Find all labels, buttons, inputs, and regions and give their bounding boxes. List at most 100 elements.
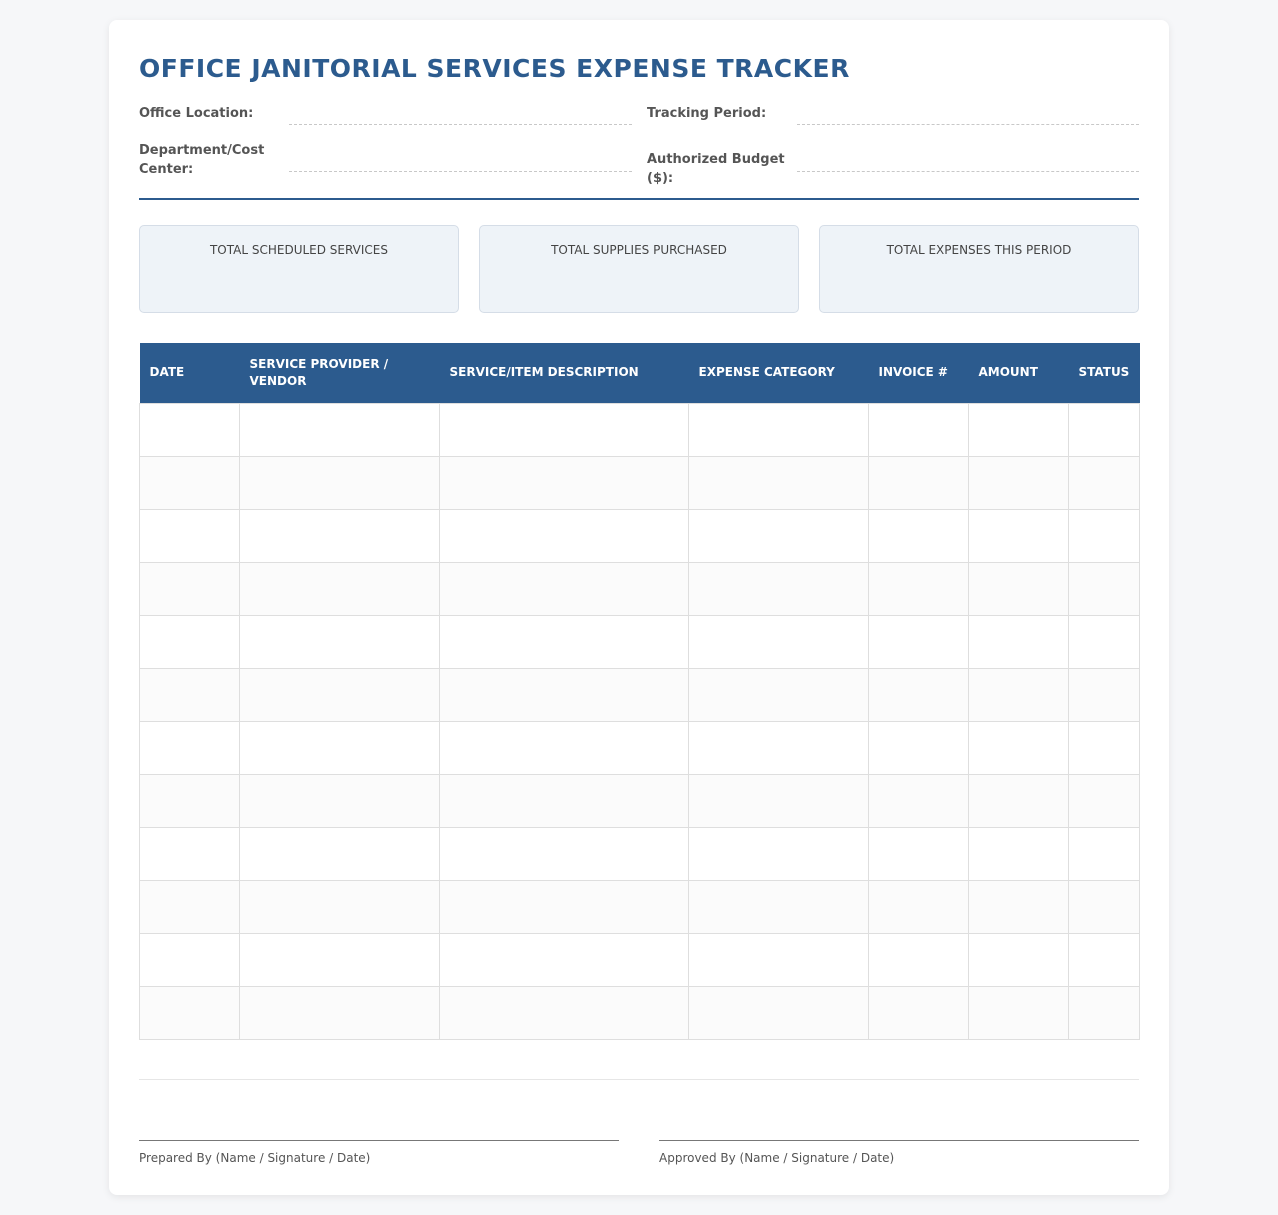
table-cell[interactable] — [439, 826, 689, 881]
table-cell[interactable] — [968, 773, 1069, 828]
table-cell[interactable] — [239, 720, 440, 775]
table-cell[interactable] — [868, 667, 969, 722]
tracking-period-field[interactable] — [797, 124, 1139, 125]
table-cell[interactable] — [239, 455, 440, 510]
summary-card-supplies-purchased: TOTAL SUPPLIES PURCHASED — [479, 225, 799, 313]
table-cell[interactable] — [868, 455, 969, 510]
table-cell[interactable] — [439, 932, 689, 987]
table-cell[interactable] — [239, 667, 440, 722]
table-cell[interactable] — [968, 402, 1069, 457]
table-cell[interactable] — [139, 720, 240, 775]
table-cell[interactable] — [968, 561, 1069, 616]
column-header-status: STATUS — [1068, 343, 1140, 403]
table-cell[interactable] — [968, 720, 1069, 775]
table-cell[interactable] — [1068, 614, 1140, 669]
table-cell[interactable] — [439, 508, 689, 563]
table-cell[interactable] — [868, 508, 969, 563]
table-cell[interactable] — [139, 455, 240, 510]
table-cell[interactable] — [139, 985, 240, 1040]
approved-by-signature-line[interactable] — [659, 1140, 1139, 1141]
table-cell[interactable] — [868, 985, 969, 1040]
table-cell[interactable] — [1068, 455, 1140, 510]
table-cell[interactable] — [239, 773, 440, 828]
table-cell[interactable] — [139, 879, 240, 934]
table-cell[interactable] — [868, 773, 969, 828]
table-cell[interactable] — [868, 561, 969, 616]
table-cell[interactable] — [139, 826, 240, 881]
table-cell[interactable] — [868, 402, 969, 457]
table-cell[interactable] — [968, 826, 1069, 881]
table-cell[interactable] — [968, 667, 1069, 722]
table-cell[interactable] — [139, 508, 240, 563]
table-cell[interactable] — [239, 826, 440, 881]
table-cell[interactable] — [1068, 508, 1140, 563]
table-cell[interactable] — [688, 402, 869, 457]
table-row — [139, 402, 1140, 457]
table-cell[interactable] — [239, 985, 440, 1040]
authorized-budget-field[interactable] — [797, 171, 1139, 172]
table-cell[interactable] — [1068, 402, 1140, 457]
table-cell[interactable] — [688, 667, 869, 722]
summary-card-scheduled-services: TOTAL SCHEDULED SERVICES — [139, 225, 459, 313]
table-cell[interactable] — [239, 879, 440, 934]
table-cell[interactable] — [868, 614, 969, 669]
table-cell[interactable] — [968, 455, 1069, 510]
table-cell[interactable] — [439, 773, 689, 828]
table-cell[interactable] — [688, 932, 869, 987]
table-cell[interactable] — [139, 561, 240, 616]
table-row — [139, 720, 1140, 775]
department-field[interactable] — [289, 171, 632, 172]
table-cell[interactable] — [968, 508, 1069, 563]
table-cell[interactable] — [688, 879, 869, 934]
authorized-budget-label: Authorized Budget ($): — [647, 152, 785, 186]
table-cell[interactable] — [1068, 667, 1140, 722]
table-cell[interactable] — [239, 614, 440, 669]
office-location-label: Office Location: — [139, 106, 254, 121]
table-cell[interactable] — [868, 932, 969, 987]
table-cell[interactable] — [239, 561, 440, 616]
table-cell[interactable] — [688, 614, 869, 669]
table-cell[interactable] — [688, 773, 869, 828]
table-cell[interactable] — [868, 720, 969, 775]
table-cell[interactable] — [968, 879, 1069, 934]
table-cell[interactable] — [439, 455, 689, 510]
table-cell[interactable] — [139, 614, 240, 669]
table-cell[interactable] — [139, 402, 240, 457]
table-cell[interactable] — [1068, 561, 1140, 616]
approved-by-label: Approved By (Name / Signature / Date) — [659, 1151, 895, 1165]
table-cell[interactable] — [139, 932, 240, 987]
table-cell[interactable] — [868, 826, 969, 881]
table-cell[interactable] — [239, 932, 440, 987]
table-cell[interactable] — [688, 455, 869, 510]
table-cell[interactable] — [1068, 932, 1140, 987]
prepared-by-block: Prepared By (Name / Signature / Date) — [139, 1140, 619, 1165]
table-cell[interactable] — [439, 402, 689, 457]
table-cell[interactable] — [688, 826, 869, 881]
table-row — [139, 879, 1140, 934]
table-cell[interactable] — [868, 879, 969, 934]
table-cell[interactable] — [968, 614, 1069, 669]
prepared-by-signature-line[interactable] — [139, 1140, 619, 1141]
table-cell[interactable] — [1068, 826, 1140, 881]
table-cell[interactable] — [439, 561, 689, 616]
table-cell[interactable] — [968, 985, 1069, 1040]
table-cell[interactable] — [439, 879, 689, 934]
table-cell[interactable] — [239, 402, 440, 457]
table-cell[interactable] — [1068, 985, 1140, 1040]
table-cell[interactable] — [439, 614, 689, 669]
office-location-field[interactable] — [289, 124, 632, 125]
table-cell[interactable] — [688, 985, 869, 1040]
table-cell[interactable] — [1068, 879, 1140, 934]
table-cell[interactable] — [688, 561, 869, 616]
table-cell[interactable] — [239, 508, 440, 563]
table-cell[interactable] — [968, 932, 1069, 987]
table-cell[interactable] — [688, 508, 869, 563]
table-cell[interactable] — [439, 985, 689, 1040]
table-cell[interactable] — [439, 720, 689, 775]
table-cell[interactable] — [688, 720, 869, 775]
table-cell[interactable] — [139, 667, 240, 722]
table-cell[interactable] — [139, 773, 240, 828]
table-cell[interactable] — [1068, 773, 1140, 828]
table-cell[interactable] — [439, 667, 689, 722]
table-cell[interactable] — [1068, 720, 1140, 775]
